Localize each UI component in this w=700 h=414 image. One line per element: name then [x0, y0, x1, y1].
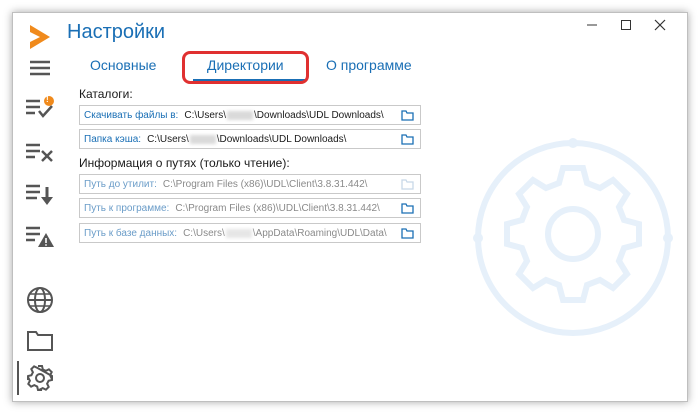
db-path-label: Путь к базе данных: — [84, 227, 178, 239]
program-path-value: C:\Program Files (x86)\UDL\Client\3.8.31… — [175, 202, 380, 214]
background-gear-icon — [473, 138, 673, 336]
settings-window: Настройки ! Основные Директории О програ… — [12, 12, 688, 402]
menu-icon — [30, 60, 50, 76]
download-tasks-button[interactable] — [25, 179, 55, 209]
completed-tasks-button[interactable]: ! — [25, 93, 55, 123]
minimize-icon — [587, 24, 597, 26]
cache-path-value-tail: \Downloads\UDL Downloads\ — [216, 133, 347, 145]
cancelled-tasks-button[interactable] — [25, 137, 55, 167]
download-path-value: C:\Users\ — [184, 109, 227, 121]
tasks-cancel-icon — [26, 143, 53, 162]
tasks-download-icon — [26, 184, 53, 205]
folder-icon — [27, 331, 53, 351]
folder-icon-disabled — [401, 179, 414, 190]
paths-info-heading: Информация о путях (только чтение): — [79, 156, 290, 170]
cache-path-value: C:\Users\ — [147, 133, 189, 145]
window-title: Настройки — [67, 21, 166, 43]
db-path-field: Путь к базе данных: C:\Users\ \AppData\R… — [79, 223, 421, 243]
gear-icon — [27, 365, 53, 391]
notification-badge: ! — [46, 95, 49, 104]
download-path-field[interactable]: Скачивать файлы в: C:\Users\ \Downloads\… — [79, 105, 421, 125]
open-folder-icon[interactable] — [401, 203, 414, 214]
browse-folder-icon[interactable] — [401, 134, 414, 145]
open-folder-icon[interactable] — [401, 228, 414, 239]
blurred-username — [227, 110, 254, 120]
menu-button[interactable] — [25, 53, 55, 83]
blurred-username — [225, 228, 252, 238]
download-path-value-tail: \Downloads\UDL Downloads\ — [254, 109, 384, 121]
warning-tasks-button[interactable] — [25, 221, 55, 251]
download-path-label: Скачивать файлы в: — [84, 109, 179, 121]
cache-path-field[interactable]: Папка кэша: C:\Users\ \Downloads\UDL Dow… — [79, 129, 421, 149]
program-path-field: Путь к программе: C:\Program Files (x86)… — [79, 198, 421, 218]
utils-path-value: C:\Program Files (x86)\UDL\Client\3.8.31… — [162, 178, 368, 190]
browser-button[interactable] — [25, 285, 55, 315]
settings-button[interactable] — [25, 363, 55, 393]
tasks-done-icon — [26, 96, 54, 118]
active-indicator — [17, 361, 19, 395]
close-button[interactable] — [643, 13, 677, 37]
browse-folder-icon[interactable] — [401, 110, 414, 121]
minimize-button[interactable] — [575, 13, 609, 37]
maximize-button[interactable] — [609, 13, 643, 37]
db-path-value-tail: \AppData\Roaming\UDL\Data\ — [252, 227, 387, 239]
maximize-icon — [621, 20, 631, 30]
globe-icon — [27, 287, 53, 313]
blurred-username — [189, 134, 216, 144]
folder-button[interactable] — [25, 325, 55, 355]
tab-general[interactable]: Основные — [90, 57, 156, 73]
utils-path-label: Путь до утилит: — [84, 178, 157, 190]
udl-logo-icon — [30, 25, 50, 49]
catalogs-heading: Каталоги: — [79, 87, 133, 101]
program-path-label: Путь к программе: — [84, 202, 170, 214]
close-icon — [654, 19, 666, 31]
tab-about[interactable]: О программе — [326, 57, 412, 73]
cache-path-label: Папка кэша: — [84, 133, 142, 145]
utils-path-field: Путь до утилит: C:\Program Files (x86)\U… — [79, 174, 421, 194]
tasks-warning-icon — [26, 226, 54, 247]
tab-highlight-annotation — [182, 51, 309, 84]
db-path-value: C:\Users\ — [183, 227, 225, 239]
